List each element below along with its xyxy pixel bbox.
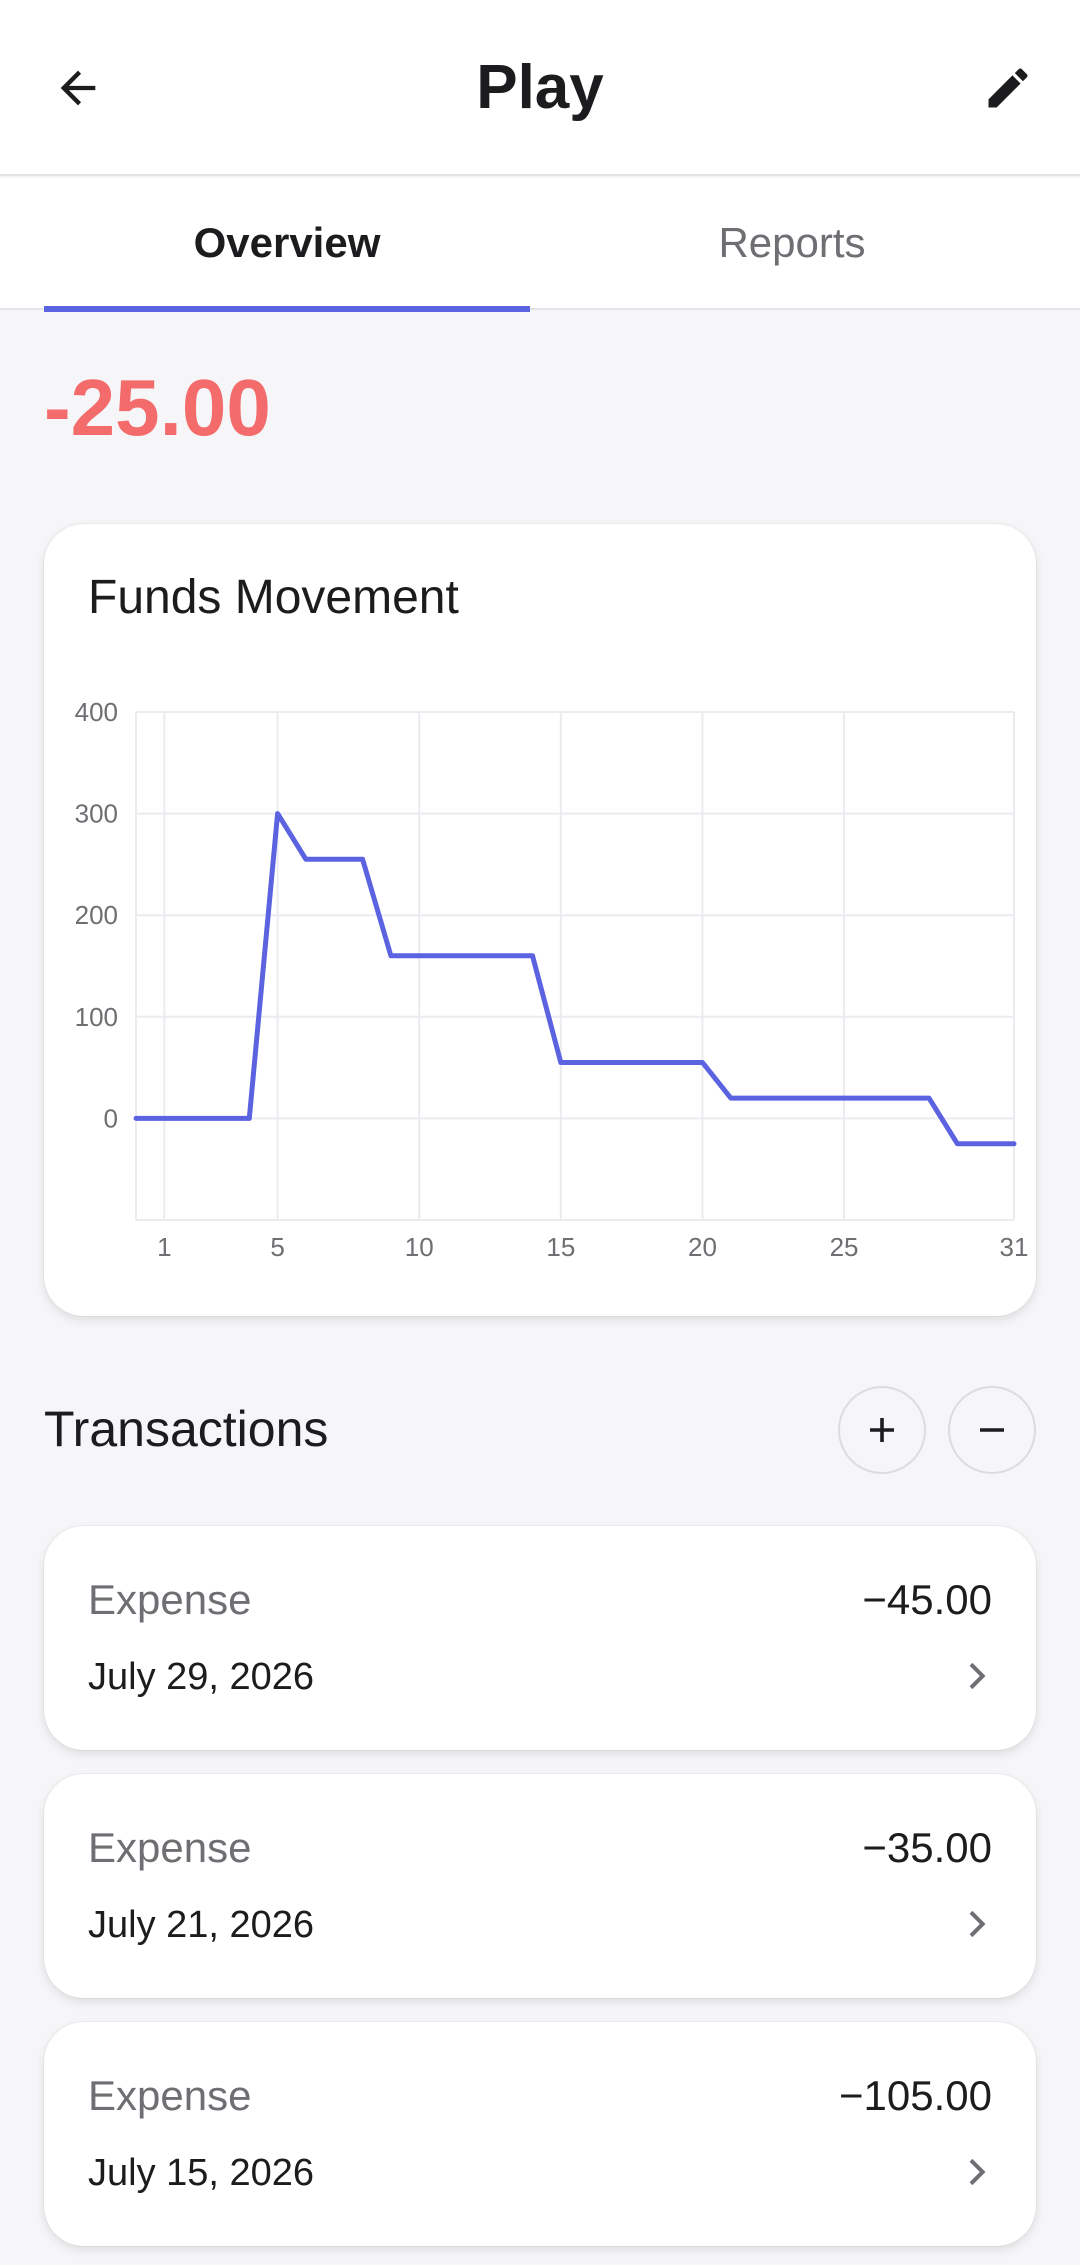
transaction-card[interactable]: Expense −105.00 July 15, 2026	[44, 2022, 1036, 2246]
y-tick-label: 200	[75, 900, 118, 930]
x-tick-label: 1	[157, 1232, 171, 1262]
chevron-right-icon	[956, 1904, 996, 1944]
transaction-amount: −45.00	[862, 1576, 992, 1623]
transactions-title: Transactions	[44, 1401, 329, 1457]
x-tick-label: 5	[270, 1232, 284, 1262]
x-tick-label: 10	[405, 1232, 434, 1262]
transaction-type: Expense	[88, 1576, 252, 1623]
funds-movement-card: Funds Movement 0 100 200 300 400 1 5 10 15 20 25 31	[44, 524, 1036, 1316]
add-transaction-button[interactable]	[838, 1386, 926, 1474]
tab-bar: Overview Reports	[0, 178, 1080, 312]
y-tick-label: 100	[75, 1002, 118, 1032]
page-title: Play	[476, 53, 604, 122]
chevron-right-icon	[956, 1656, 996, 1696]
transactions-header: Transactions	[44, 1386, 1036, 1476]
transaction-amount: −105.00	[839, 2072, 992, 2119]
minus-icon	[980, 1428, 1004, 1432]
x-tick-label: 31	[1000, 1232, 1029, 1262]
pencil-icon	[988, 68, 1028, 108]
y-tick-label: 400	[75, 697, 118, 727]
edit-button[interactable]	[966, 46, 1050, 130]
series-line	[133, 811, 1017, 1147]
app-bar: Play	[0, 0, 1080, 176]
tab-reports[interactable]: Reports	[548, 178, 1036, 308]
transaction-card[interactable]: Expense −35.00 July 21, 2026	[44, 1774, 1036, 1998]
x-tick-label: 25	[830, 1232, 859, 1262]
y-tick-label: 0	[104, 1103, 118, 1133]
funds-movement-chart: 01002003004001 5 10 15 20 25 31	[75, 697, 1029, 1262]
chevron-right-icon	[956, 2152, 996, 2192]
x-tick-label: 20	[688, 1232, 717, 1262]
transaction-date: July 21, 2026	[88, 1904, 315, 1946]
tab-reports-label: Reports	[718, 219, 866, 266]
transaction-type: Expense	[88, 1824, 252, 1871]
x-tick-label: 15	[546, 1232, 575, 1262]
transaction-card[interactable]: Expense −45.00 July 29, 2026	[44, 1526, 1036, 1750]
balance-value: -25.00	[44, 363, 271, 452]
plus-icon	[870, 1418, 894, 1442]
tab-overview[interactable]: Overview	[44, 178, 530, 312]
active-tab-indicator	[44, 306, 530, 312]
y-tick-label: 300	[75, 799, 118, 829]
remove-transaction-button[interactable]	[948, 1386, 1036, 1474]
transaction-date: July 15, 2026	[88, 2152, 315, 2194]
transaction-date: July 29, 2026	[88, 1656, 315, 1698]
tab-overview-label: Overview	[193, 219, 381, 266]
transaction-amount: −35.00	[862, 1824, 992, 1871]
transaction-type: Expense	[88, 2072, 252, 2119]
